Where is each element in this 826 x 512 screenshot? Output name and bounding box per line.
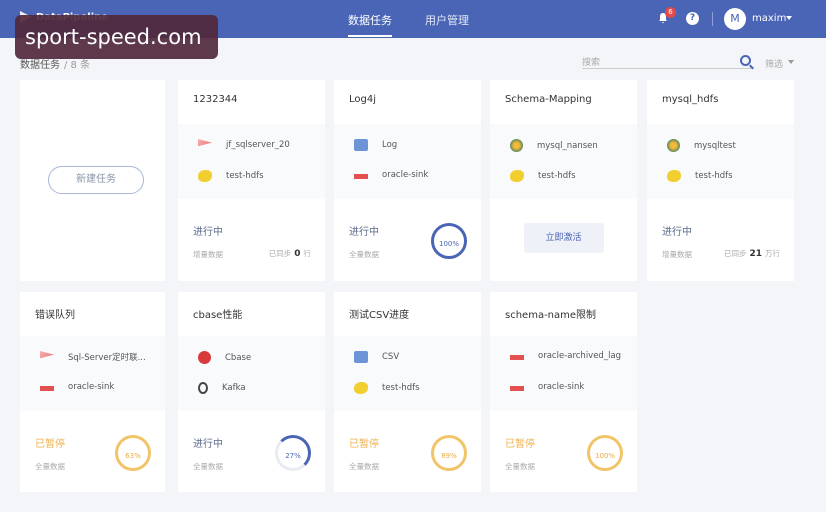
task-target: test-hdfs <box>538 171 576 181</box>
progress-ring: 100% <box>587 435 623 471</box>
folder-icon <box>354 139 368 151</box>
header-divider <box>712 12 713 26</box>
task-status: 已暂停 <box>35 439 65 450</box>
task-mode: 全量数据 <box>193 462 223 471</box>
filter-dropdown[interactable]: 筛选 <box>765 57 783 70</box>
task-status: 进行中 <box>193 227 223 238</box>
username[interactable]: maxim <box>752 13 786 24</box>
search-input[interactable]: 搜索 <box>582 55 752 69</box>
oracle-icon <box>510 386 524 391</box>
task-source: Log <box>382 140 398 150</box>
new-task-card: 新建任务 <box>20 80 165 281</box>
chevron-down-icon[interactable] <box>788 60 794 64</box>
sqlserver-icon <box>40 351 54 359</box>
task-title: mysql_hdfs <box>662 94 719 105</box>
sqlserver-icon <box>198 139 212 147</box>
task-title: Schema-Mapping <box>505 94 592 105</box>
progress-ring: 100% <box>431 223 467 259</box>
task-card[interactable]: Log4j Log oracle-sink 进行中 全量数据 100% <box>334 80 481 281</box>
task-card[interactable]: schema-name限制 oracle-archived_lag oracle… <box>490 292 637 492</box>
task-target: test-hdfs <box>226 171 264 181</box>
task-mode: 全量数据 <box>349 250 379 259</box>
task-target: Kafka <box>222 383 246 393</box>
mysql-icon <box>667 139 680 152</box>
task-status: 进行中 <box>662 227 692 238</box>
task-status: 进行中 <box>193 439 223 450</box>
oracle-icon <box>510 355 524 360</box>
task-title: Log4j <box>349 94 377 105</box>
avatar[interactable]: M <box>724 8 746 30</box>
hdfs-icon <box>667 170 681 182</box>
progress-ring: 89% <box>431 435 467 471</box>
watermark: sport-speed.com <box>15 15 218 59</box>
task-target: oracle-sink <box>538 382 585 392</box>
task-card[interactable]: Schema-Mapping mysql_nansen test-hdfs 立即… <box>490 80 637 281</box>
tab-data-tasks[interactable]: 数据任务 <box>348 12 392 37</box>
activate-button[interactable]: 立即激活 <box>523 223 604 253</box>
mysql-icon <box>510 139 523 152</box>
task-count: / 8 条 <box>64 60 91 71</box>
task-mode: 增量数据 <box>193 250 223 259</box>
task-source: Sql-Server定时联... <box>68 353 146 363</box>
task-title: 1232344 <box>193 94 238 105</box>
task-status: 已暂停 <box>505 439 535 450</box>
help-icon[interactable]: ? <box>686 12 699 25</box>
task-status: 已暂停 <box>349 439 379 450</box>
task-mode: 全量数据 <box>505 462 535 471</box>
task-card[interactable]: mysql_hdfs mysqltest test-hdfs 进行中 增量数据 … <box>647 80 794 281</box>
task-source: mysqltest <box>694 140 736 151</box>
progress-ring: 27% <box>275 435 311 471</box>
task-mode: 全量数据 <box>349 462 379 471</box>
oracle-icon <box>40 386 54 391</box>
task-target: oracle-sink <box>382 170 429 180</box>
tab-user-management[interactable]: 用户管理 <box>425 12 469 28</box>
task-title: 错误队列 <box>35 310 75 321</box>
search-icon[interactable] <box>740 55 751 66</box>
task-source: jf_sqlserver_20 <box>226 140 290 150</box>
task-source: CSV <box>382 352 400 362</box>
cbase-icon <box>198 351 211 364</box>
breadcrumb: 数据任务 / 8 条 <box>20 56 90 71</box>
task-card[interactable]: 测试CSV进度 CSV test-hdfs 已暂停 全量数据 89% <box>334 292 481 492</box>
task-source: mysql_nansen <box>537 140 598 151</box>
folder-icon <box>354 351 368 363</box>
task-target: test-hdfs <box>695 171 733 181</box>
page-title: 数据任务 <box>20 60 60 71</box>
task-card[interactable]: 1232344 jf_sqlserver_20 test-hdfs 进行中 增量… <box>178 80 325 281</box>
task-mode: 全量数据 <box>35 462 65 471</box>
task-source: Cbase <box>225 352 252 363</box>
new-task-button[interactable]: 新建任务 <box>48 166 144 194</box>
task-source: oracle-archived_lag <box>538 351 622 361</box>
hdfs-icon <box>354 382 368 394</box>
kafka-icon <box>198 382 208 394</box>
task-title: schema-name限制 <box>505 310 597 321</box>
task-mode: 增量数据 <box>662 250 692 259</box>
chevron-down-icon[interactable] <box>786 16 792 20</box>
synced-count: 已同步 21 万行 <box>723 249 780 259</box>
notification-badge: 6 <box>665 7 676 18</box>
task-title: cbase性能 <box>193 310 243 321</box>
task-target: test-hdfs <box>382 383 420 393</box>
hdfs-icon <box>198 170 212 182</box>
hdfs-icon <box>510 170 524 182</box>
task-title: 测试CSV进度 <box>349 310 410 321</box>
oracle-icon <box>354 174 368 179</box>
task-card[interactable]: cbase性能 Cbase Kafka 进行中 全量数据 27% <box>178 292 325 492</box>
task-card[interactable]: 错误队列 Sql-Server定时联... oracle-sink 已暂停 全量… <box>20 292 165 492</box>
synced-count: 已同步 0 行 <box>268 249 311 259</box>
task-status: 进行中 <box>349 227 379 238</box>
task-target: oracle-sink <box>68 382 115 392</box>
progress-ring: 63% <box>115 435 151 471</box>
